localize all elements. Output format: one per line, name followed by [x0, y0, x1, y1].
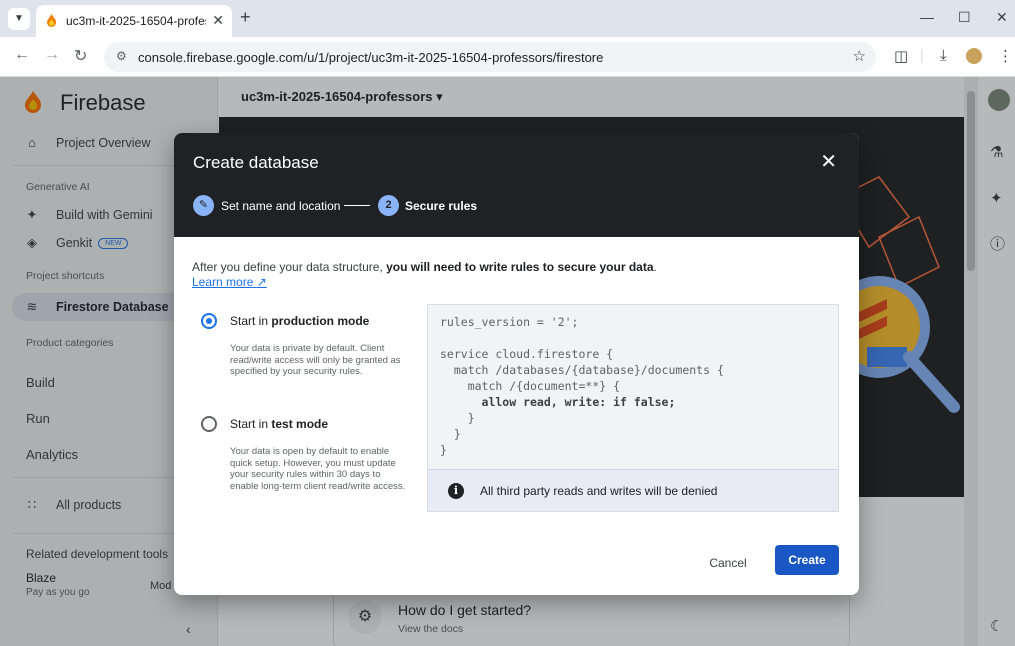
intro-emphasis: you will need to write rules to secure y… [386, 260, 654, 274]
code-line: match /databases/{database}/documents { [440, 363, 724, 377]
rules-info-banner: i All third party reads and writes will … [427, 469, 839, 512]
close-icon[interactable]: ✕ [820, 149, 837, 174]
browser-toolbar: ← → ↻ ⚙ console.firebase.google.com/u/1/… [0, 37, 1015, 77]
step-2-number: 2 [378, 195, 399, 216]
code-line: allow read, write: if false; [440, 395, 676, 409]
option-bold: production mode [271, 314, 370, 328]
download-icon[interactable]: ⤓ [940, 47, 947, 64]
step-complete-pencil-icon: ✎ [193, 195, 214, 216]
test-mode-label[interactable]: Start in test mode [230, 417, 328, 431]
forward-icon[interactable]: → [44, 46, 60, 64]
code-line: } [440, 443, 447, 457]
minimize-icon[interactable]: — [920, 9, 934, 25]
learn-more-label: Learn more [192, 275, 254, 289]
create-button[interactable]: Create [775, 545, 839, 575]
profile-avatar-icon[interactable] [966, 48, 982, 64]
dialog-title: Create database [193, 153, 319, 172]
cancel-button[interactable]: Cancel [698, 549, 758, 577]
code-line: service cloud.firestore { [440, 347, 614, 361]
step-2-label: Secure rules [405, 199, 478, 213]
bookmark-star-icon[interactable]: ☆ [853, 47, 866, 65]
browser-tabstrip: ▼ uc3m-it-2025-16504-professors ✕ + — ☐ … [0, 0, 1015, 37]
address-bar[interactable]: ⚙ console.firebase.google.com/u/1/projec… [104, 42, 876, 72]
step-1-label: Set name and location [221, 199, 341, 213]
code-line: rules_version = '2'; [440, 315, 579, 329]
extensions-icon[interactable]: ◫ [894, 47, 908, 65]
option-prefix: Start in [230, 314, 272, 328]
dialog-header: Create database ✕ ✎ Set name and locatio… [174, 133, 859, 237]
option-prefix: Start in [230, 417, 272, 431]
production-mode-label[interactable]: Start in production mode [230, 314, 369, 328]
toolbar-divider: | [920, 47, 924, 64]
intro-text: After you define your data structure, [192, 260, 387, 274]
code-line: match /{document=**} { [440, 379, 621, 393]
browser-tab[interactable]: uc3m-it-2025-16504-professors ✕ [36, 5, 232, 37]
code-line: } [440, 427, 461, 441]
dialog-intro: After you define your data structure, yo… [192, 259, 832, 275]
learn-more-link[interactable]: Learn more ↗ [192, 275, 267, 289]
external-link-icon: ↗ [256, 275, 267, 289]
url-text: console.firebase.google.com/u/1/project/… [138, 50, 604, 65]
option-bold: test mode [271, 417, 329, 431]
test-mode-radio[interactable] [201, 416, 217, 432]
firebase-favicon-icon [47, 14, 56, 27]
tab-title: uc3m-it-2025-16504-professors [66, 14, 206, 28]
stepper-connector [344, 205, 370, 206]
back-icon[interactable]: ← [14, 46, 30, 64]
browser-menu-icon[interactable]: ⋮ [998, 47, 1013, 65]
code-line: } [440, 411, 475, 425]
intro-end: . [653, 260, 657, 274]
production-mode-radio[interactable] [201, 313, 217, 329]
window-close-icon[interactable]: ✕ [996, 9, 1008, 26]
new-tab-icon[interactable]: + [240, 7, 251, 28]
maximize-icon[interactable]: ☐ [958, 9, 971, 26]
tab-close-icon[interactable]: ✕ [212, 12, 224, 29]
info-text: All third party reads and writes will be… [480, 484, 718, 498]
reload-icon[interactable]: ↻ [74, 46, 87, 66]
create-database-dialog: Create database ✕ ✎ Set name and locatio… [174, 133, 859, 595]
production-mode-description: Your data is private by default. Client … [230, 343, 401, 377]
site-info-icon[interactable]: ⚙ [116, 49, 127, 63]
test-mode-description: Your data is open by default to enable q… [230, 446, 406, 492]
info-icon: i [448, 483, 464, 499]
tab-search-button[interactable]: ▼ [8, 8, 30, 30]
